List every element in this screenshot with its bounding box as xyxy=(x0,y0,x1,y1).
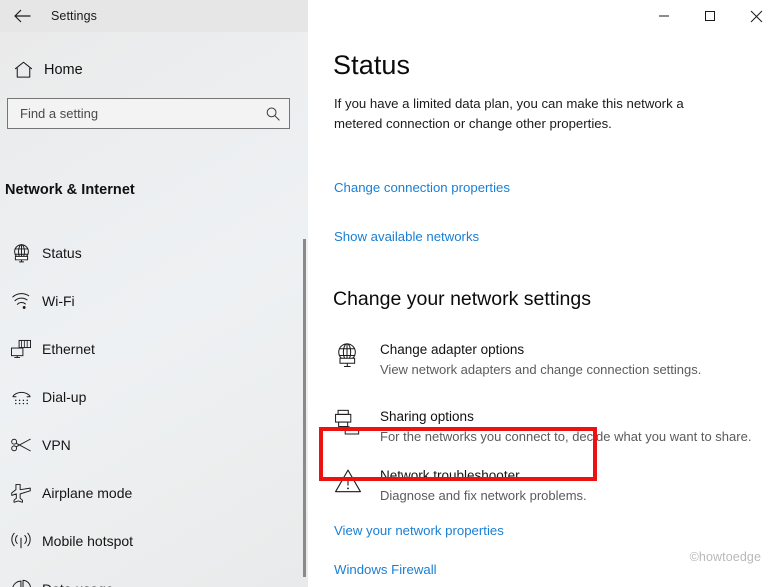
close-icon xyxy=(750,10,763,23)
settings-window: Settings Home Find a setting Network & I… xyxy=(0,0,779,587)
option-title: Change adapter options xyxy=(380,342,525,357)
globe-monitor-icon xyxy=(2,243,40,264)
adapter-globe-icon xyxy=(334,340,380,369)
option-title: Sharing options xyxy=(380,409,474,424)
sidebar-item-ethernet[interactable]: Ethernet xyxy=(0,325,300,373)
option-description: Diagnose and fix network problems. xyxy=(380,488,587,503)
sidebar-scrollbar-thumb[interactable] xyxy=(303,239,306,577)
back-button[interactable] xyxy=(0,0,44,32)
watermark: ©howtoedge xyxy=(689,550,761,564)
title-bar-left-region xyxy=(0,0,308,32)
sidebar-item-airplane-mode[interactable]: Airplane mode xyxy=(0,469,300,517)
link-show-available-networks[interactable]: Show available networks xyxy=(334,229,479,244)
sidebar-item-status[interactable]: Status xyxy=(0,229,300,277)
minimize-button[interactable] xyxy=(641,0,687,32)
sidebar-item-wifi[interactable]: Wi-Fi xyxy=(0,277,300,325)
option-network-troubleshooter[interactable]: Network troubleshooter Diagnose and fix … xyxy=(334,466,754,505)
search-input[interactable] xyxy=(8,99,257,128)
app-title: Settings xyxy=(51,9,97,23)
dialup-phone-icon xyxy=(2,388,40,407)
warning-triangle-icon xyxy=(334,466,380,494)
vpn-key-icon xyxy=(2,437,40,453)
maximize-icon xyxy=(704,10,716,22)
sidebar-item-data-usage[interactable]: Data usage xyxy=(0,565,300,587)
close-button[interactable] xyxy=(733,0,779,32)
option-change-adapter-options[interactable]: Change adapter options View network adap… xyxy=(334,340,754,379)
pie-chart-icon xyxy=(2,579,40,587)
sidebar-item-home[interactable]: Home xyxy=(0,55,290,85)
sidebar-item-label: Airplane mode xyxy=(42,485,133,501)
wifi-icon xyxy=(2,292,40,311)
option-sharing-options[interactable]: Sharing options For the networks you con… xyxy=(334,407,754,446)
back-arrow-icon xyxy=(13,9,31,23)
ethernet-icon xyxy=(2,339,40,359)
sidebar-category-title: Network & Internet xyxy=(5,182,135,198)
sidebar-home-label: Home xyxy=(44,62,83,78)
sidebar-nav-list: Status Wi-Fi Ethernet Dial-up VPN Airpla… xyxy=(0,229,300,587)
page-title: Status xyxy=(333,50,411,80)
option-text: Network troubleshooter Diagnose and fix … xyxy=(380,466,587,505)
search-box[interactable] xyxy=(7,98,290,129)
option-description: View network adapters and change connect… xyxy=(380,362,702,377)
title-bar: Settings xyxy=(0,0,779,32)
option-description: For the networks you connect to, decide … xyxy=(380,429,752,444)
sidebar-item-label: Mobile hotspot xyxy=(42,533,134,549)
search-icon[interactable] xyxy=(257,106,289,122)
sidebar-item-label: Wi-Fi xyxy=(42,293,75,309)
sidebar-item-label: Dial-up xyxy=(42,389,87,405)
sidebar-item-vpn[interactable]: VPN xyxy=(0,421,300,469)
sidebar-item-label: Ethernet xyxy=(42,341,95,357)
option-title: Network troubleshooter xyxy=(380,468,520,483)
sidebar-item-label: Data usage xyxy=(42,581,114,587)
maximize-button[interactable] xyxy=(687,0,733,32)
airplane-icon xyxy=(2,483,40,504)
link-view-your-network-properties[interactable]: View your network properties xyxy=(334,523,504,538)
sidebar: Home Network & Internet xyxy=(0,32,308,587)
section-title-change-network-settings: Change your network settings xyxy=(333,288,591,310)
option-text: Change adapter options View network adap… xyxy=(380,340,701,379)
intro-text: If you have a limited data plan, you can… xyxy=(334,96,684,131)
sidebar-item-mobile-hotspot[interactable]: Mobile hotspot xyxy=(0,517,300,565)
window-controls xyxy=(641,0,779,32)
main-content: Status If you have a limited data plan, … xyxy=(308,32,779,587)
sidebar-item-label: Status xyxy=(42,245,82,261)
link-change-connection-properties[interactable]: Change connection properties xyxy=(334,180,510,195)
sidebar-item-dialup[interactable]: Dial-up xyxy=(0,373,300,421)
sharing-printer-folder-icon xyxy=(334,407,380,435)
sidebar-item-label: VPN xyxy=(42,437,71,453)
home-icon xyxy=(3,61,43,79)
option-text: Sharing options For the networks you con… xyxy=(380,407,751,446)
minimize-icon xyxy=(658,10,670,22)
link-windows-firewall[interactable]: Windows Firewall xyxy=(334,562,437,577)
hotspot-icon xyxy=(2,532,40,551)
